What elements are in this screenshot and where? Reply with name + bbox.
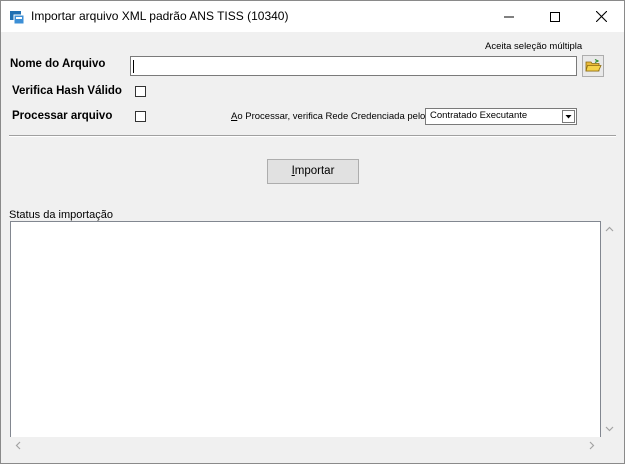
import-window: Importar arquivo XML padrão ANS TISS (10… <box>0 0 625 464</box>
rede-selected-value: Contratado Executante <box>430 110 528 121</box>
verify-hash-checkbox[interactable] <box>135 86 146 97</box>
dropdown-arrow[interactable] <box>562 110 575 123</box>
open-folder-icon <box>585 58 602 72</box>
rede-credenciada-label: Ao Processar, verifica Rede Credenciada … <box>231 111 425 122</box>
status-log[interactable] <box>10 221 601 454</box>
maximize-button[interactable] <box>532 1 578 32</box>
minimize-button[interactable] <box>486 1 532 32</box>
vertical-scrollbar[interactable] <box>601 221 618 437</box>
scroll-down-icon[interactable] <box>605 424 614 433</box>
multi-select-hint: Aceita seleção múltipla <box>485 41 583 52</box>
minimize-icon <box>504 16 514 17</box>
process-file-checkbox[interactable] <box>135 111 146 122</box>
process-file-label: Processar arquivo <box>12 110 113 122</box>
title-bar: Importar arquivo XML padrão ANS TISS (10… <box>1 1 624 32</box>
app-icon <box>9 9 25 25</box>
close-icon <box>595 11 607 22</box>
scroll-up-icon[interactable] <box>605 225 614 234</box>
maximize-icon <box>550 11 560 22</box>
chevron-down-icon <box>565 115 572 119</box>
close-button[interactable] <box>578 1 624 32</box>
status-label: Status da importação <box>9 209 113 221</box>
scroll-left-icon[interactable] <box>14 441 23 450</box>
import-label: mportar <box>294 165 335 177</box>
window-title: Importar arquivo XML padrão ANS TISS (10… <box>31 9 289 23</box>
file-name-input[interactable] <box>130 56 577 76</box>
rede-label-text: o Processar, verifica Rede Credenciada p… <box>237 111 426 122</box>
import-button[interactable]: Importar <box>267 159 359 184</box>
browse-file-button[interactable] <box>582 55 604 77</box>
separator <box>9 135 616 137</box>
rede-credenciada-select[interactable]: Contratado Executante <box>425 108 577 125</box>
file-name-label: Nome do Arquivo <box>10 58 106 70</box>
scroll-right-icon[interactable] <box>587 441 596 450</box>
dialog-body: Aceita seleção múltipla Nome do Arquivo … <box>1 32 624 463</box>
horizontal-scrollbar[interactable] <box>10 437 601 454</box>
verify-hash-label: Verifica Hash Válido <box>12 85 122 97</box>
text-caret <box>133 60 134 73</box>
